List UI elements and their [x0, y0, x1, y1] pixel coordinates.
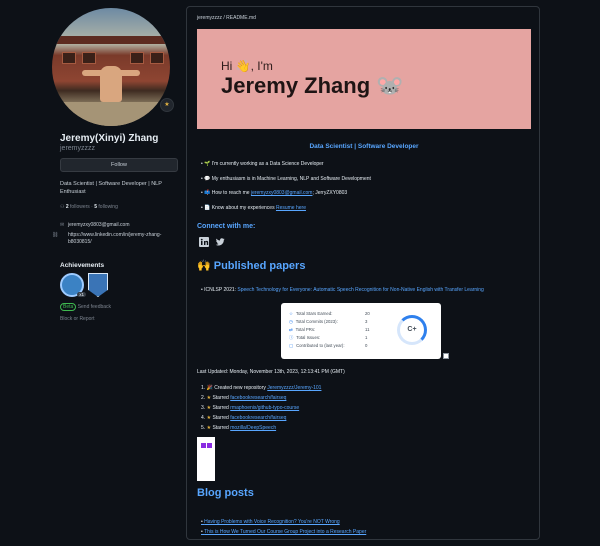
email-link[interactable]: jeremyzxy0803@gmail.com — [251, 190, 312, 196]
banner-greeting: Hi 👋, I'm — [221, 59, 273, 73]
blog-post-link[interactable]: Having Problems with Voice Recognition? … — [201, 517, 366, 527]
party-icon: 🎉 — [206, 385, 213, 391]
achievement-badge-arctic[interactable] — [88, 273, 108, 297]
linkedin-row[interactable]: ⛓ https://www.linkedin.com/in/jeremy-zhan… — [52, 232, 178, 246]
beta-feedback[interactable]: Beta Send feedback — [60, 303, 111, 311]
stat-value: 11 — [365, 327, 370, 332]
profile-username: jeremyzzzz — [60, 145, 96, 152]
stat-value: 0 — [365, 343, 368, 348]
repo-link[interactable]: facebookresearch/fairseq — [230, 395, 286, 401]
clock-icon: ◷ — [289, 319, 293, 324]
embedded-image — [197, 437, 215, 481]
blog-post-link[interactable]: This is How We Turned Our Course Group P… — [201, 527, 366, 537]
stat-row: ▢ Contributed to (last year): — [289, 343, 345, 348]
star-icon: ★ — [206, 425, 212, 431]
list-item: • 💬 My enthusiasm is in Machine Learning… — [201, 175, 371, 182]
star-icon: ★ — [206, 415, 212, 421]
breadcrumb[interactable]: jeremyzzzz / README.md — [197, 15, 256, 21]
readme-banner: Hi 👋, I'm Jeremy Zhang 🐭 — [197, 29, 531, 129]
repo-link[interactable]: mozilla/DeepSpeech — [230, 425, 276, 431]
stat-row: ⇄ Total PRs: — [289, 327, 316, 332]
followers-link[interactable]: 2 followers — [66, 204, 90, 210]
list-item: 1. 🎉 Created new repository Jeremyzzzz/J… — [201, 385, 322, 391]
blog-heading: Blog posts — [197, 487, 254, 499]
list-item: • 📄 Know about my experiences Resume her… — [201, 204, 306, 211]
block-report-link[interactable]: Block or Report — [60, 316, 94, 322]
star-icon: ★ — [206, 405, 212, 411]
list-item: • 📫 How to reach me jeremyzxy0803@gmail.… — [201, 190, 348, 196]
link-icon: ⛓ — [52, 232, 59, 238]
role-heading: Data Scientist | Software Developer — [309, 143, 419, 150]
list-item: • 🌱 I'm currently working as a Data Scie… — [201, 161, 324, 167]
broken-image-icon — [443, 353, 449, 359]
list-item: 5. ★ Starred mozilla/DeepSpeech — [201, 425, 277, 431]
about-list: • 🌱 I'm currently working as a Data Scie… — [201, 157, 531, 215]
star-icon: ★ — [206, 395, 212, 401]
stat-value: 3 — [365, 319, 368, 324]
stat-row: ⓘ Total Issues: — [289, 335, 321, 340]
profile-name: Jeremy(Xinyi) Zhang — [60, 133, 159, 144]
twitter-icon[interactable] — [215, 237, 225, 247]
resume-link[interactable]: Resume here — [276, 205, 306, 211]
following-link[interactable]: 5 following — [94, 204, 118, 210]
readme-panel: jeremyzzzz / README.md Hi 👋, I'm Jeremy … — [186, 6, 540, 540]
list-item: 4. ★ Starred facebookresearch/fairseq — [201, 415, 287, 421]
linkedin-icon[interactable] — [199, 237, 209, 247]
repo-link[interactable]: Jeremyzzzz/Jeremy-101 — [267, 385, 321, 391]
achievements-heading: Achievements — [60, 262, 105, 269]
people-icon: ⚇ — [60, 204, 65, 210]
stat-value: 1 — [365, 335, 368, 340]
list-item: 3. ★ Starred rmaphoenix/github-typo-cour… — [201, 405, 300, 411]
blog-list: Having Problems with Voice Recognition? … — [201, 517, 366, 537]
stat-value: 20 — [365, 311, 370, 316]
pull-request-icon: ⇄ — [289, 327, 293, 332]
activity-list: 1. 🎉 Created new repository Jeremyzzzz/J… — [201, 383, 321, 433]
papers-heading: 🙌 Published papers — [197, 260, 306, 272]
achievement-badge-pull-shark[interactable]: x1 — [60, 273, 86, 297]
repo-link[interactable]: facebookresearch/fairseq — [230, 415, 286, 421]
email-row[interactable]: ✉ jeremyzxy0803@gmail.com — [60, 222, 129, 229]
paper-item: • ICNLSP 2021: Speech Technology for Eve… — [201, 287, 484, 293]
star-icon: ☆ — [289, 311, 293, 316]
banner-name: Jeremy Zhang 🐭 — [221, 73, 404, 98]
repo-icon: ▢ — [289, 343, 294, 348]
connect-heading: Connect with me: — [197, 223, 256, 230]
paper-link[interactable]: Speech Technology for Everyone: Automati… — [237, 287, 483, 293]
list-item: 2. ★ Starred facebookresearch/fairseq — [201, 395, 287, 401]
issue-icon: ⓘ — [289, 335, 294, 340]
github-stats-card: ☆ Total Stars Earned: 20 ◷ Total Commits (… — [281, 303, 441, 359]
last-updated: Last Updated: Monday, November 13th, 202… — [197, 369, 345, 375]
profile-bio: Data Scientist | Software Developer | NL… — [60, 181, 162, 195]
stat-row: ☆ Total Stars Earned: — [289, 311, 333, 316]
stat-row: ◷ Total Commits (2023): — [289, 319, 338, 324]
repo-link[interactable]: rmaphoenix/github-typo-course — [230, 405, 299, 411]
follow-counts: ⚇ 2 followers · 5 following — [60, 204, 118, 210]
mail-icon: ✉ — [60, 222, 65, 228]
grade-ring: C+ — [397, 315, 427, 345]
follow-button[interactable]: Follow — [60, 158, 178, 172]
